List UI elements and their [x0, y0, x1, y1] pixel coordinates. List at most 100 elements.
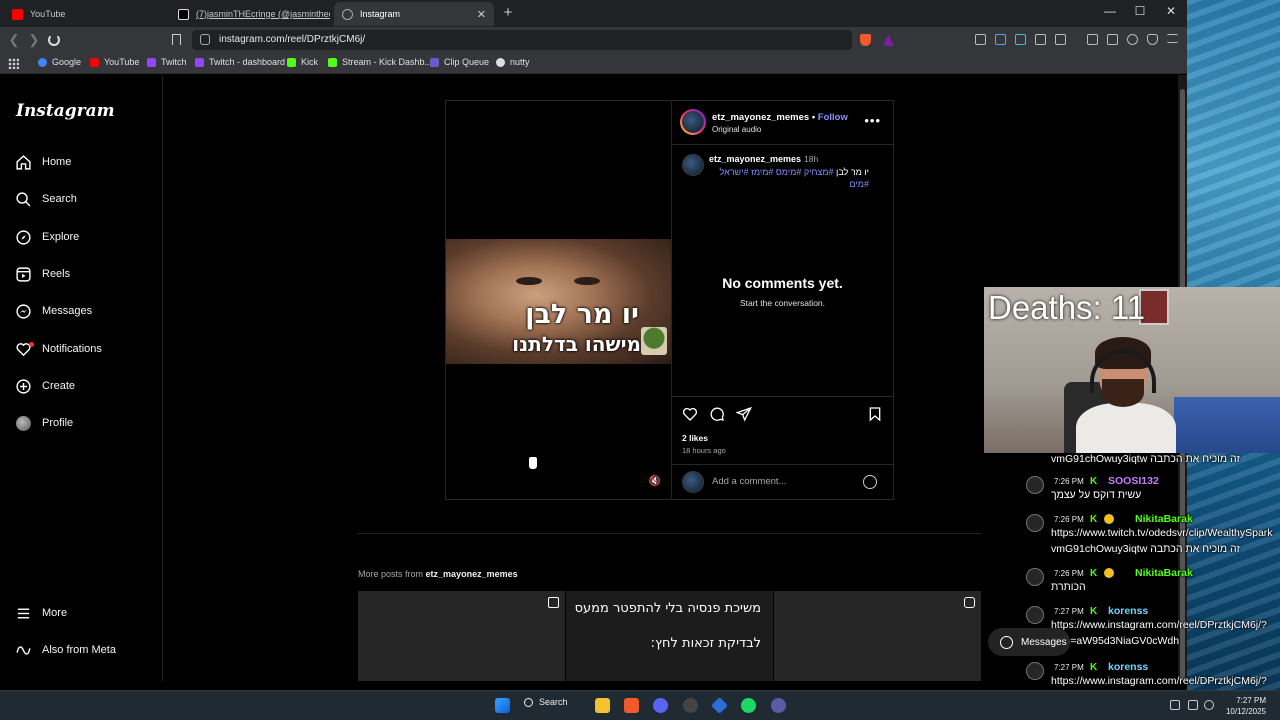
wallet-icon[interactable]: [1107, 34, 1118, 45]
grid-post[interactable]: [774, 591, 981, 681]
google-icon: [38, 57, 47, 67]
bookmark-clip-queue[interactable]: Clip Queue: [430, 57, 489, 67]
extension-icon[interactable]: [995, 34, 1006, 45]
volume-icon[interactable]: [1204, 700, 1214, 710]
like-icon[interactable]: [682, 406, 698, 422]
meta-icon: [15, 642, 32, 659]
extension-icon[interactable]: [1015, 34, 1026, 45]
minimize-button[interactable]: —: [1100, 4, 1120, 18]
start-icon[interactable]: [495, 698, 510, 713]
brave-shield-icon[interactable]: [860, 34, 871, 46]
nav-also-from-meta[interactable]: Also from Meta: [15, 639, 116, 661]
messenger-icon: [15, 303, 32, 320]
caption-avatar[interactable]: [682, 154, 704, 176]
bookmark-youtube[interactable]: YouTube: [90, 57, 139, 67]
apps-grid-icon[interactable]: [8, 58, 19, 69]
back-button[interactable]: ❮: [6, 32, 22, 48]
share-icon[interactable]: [736, 406, 752, 422]
instagram-logo[interactable]: Instagram: [16, 101, 115, 121]
bookmark-nutty[interactable]: nutty: [496, 57, 530, 67]
bookmark-kick[interactable]: Kick: [287, 57, 318, 67]
menu-icon[interactable]: [1167, 34, 1178, 43]
video-frame: יו מר לבן מישהו בדלתנו: [446, 239, 671, 364]
save-icon[interactable]: [867, 406, 883, 422]
nav-profile[interactable]: Profile: [15, 412, 73, 434]
url-text: instagram.com/reel/DPrztkjCM6j/: [219, 34, 366, 45]
caption-body: יו מר לבן: [836, 167, 869, 177]
grid-post[interactable]: משיכת פנסיה בלי להתפטר ממעס לבדיקת זכאות…: [566, 591, 773, 681]
nav-create[interactable]: Create: [15, 375, 75, 397]
system-clock[interactable]: 7:27 PM 10/12/2025: [1226, 695, 1266, 717]
post-author[interactable]: etz_mayonez_memes • Follow: [712, 112, 848, 123]
spotify-icon[interactable]: [741, 698, 756, 713]
chat-text: https://www.twitch.tv/odedsvr/clip/Wealt…: [1051, 527, 1273, 539]
tab-tiktok[interactable]: (7)jasminTHEcringe (@jasminthecring...: [170, 2, 330, 26]
obs-icon[interactable]: [683, 698, 698, 713]
grid-post[interactable]: [358, 591, 565, 681]
app-icon[interactable]: [771, 698, 786, 713]
chat-text: igsh=aW95d3NiaGV0cWdh: [1051, 635, 1180, 647]
brave-rewards-icon[interactable]: [883, 34, 894, 46]
comment-icon[interactable]: [709, 406, 725, 422]
tab-youtube[interactable]: YouTube: [4, 2, 164, 26]
nav-explore[interactable]: Explore: [15, 226, 79, 248]
bookmark-kick-dashboard[interactable]: Stream - Kick Dashb...: [328, 57, 432, 67]
tab-bar: YouTube (7)jasminTHEcringe (@jasminthecr…: [0, 0, 1187, 27]
new-tab-button[interactable]: +: [500, 4, 516, 21]
extension-icon[interactable]: [1055, 34, 1066, 45]
more-posts-heading: More posts from etz_mayonez_memes: [358, 569, 518, 579]
nav-search[interactable]: Search: [15, 188, 77, 210]
stop-loading-icon[interactable]: [48, 34, 60, 46]
sidebar-icon[interactable]: [1087, 34, 1098, 45]
section-divider: [358, 533, 981, 534]
bookmark-label: Google: [52, 57, 82, 67]
more-posts-user[interactable]: etz_mayonez_memes: [426, 569, 518, 579]
messages-pill[interactable]: Messages: [988, 628, 1070, 656]
video-caption-line1: יו מר לבן: [525, 299, 639, 330]
nav-more[interactable]: More: [15, 602, 67, 624]
bookmark-twitch[interactable]: Twitch: [147, 57, 187, 67]
caption-text: יו מר לבן #מצחיק #מימס #מימז #ישראל #מים: [709, 166, 870, 190]
brave-icon[interactable]: [624, 698, 639, 713]
network-icon[interactable]: [1170, 700, 1180, 710]
follow-button[interactable]: Follow: [818, 112, 848, 123]
leo-ai-icon[interactable]: [1127, 34, 1138, 45]
muted-icon[interactable]: 🔇: [648, 476, 662, 490]
author-username[interactable]: etz_mayonez_memes: [712, 112, 809, 123]
avatar[interactable]: [682, 111, 704, 133]
site-info-icon[interactable]: [200, 34, 210, 45]
close-window-button[interactable]: ✕: [1161, 4, 1181, 18]
bookmark-icon[interactable]: [172, 34, 181, 45]
taskbar-search[interactable]: Search: [524, 697, 568, 707]
nav-label: Home: [42, 156, 72, 168]
close-tab-icon[interactable]: ✕: [477, 8, 486, 21]
address-bar[interactable]: instagram.com/reel/DPrztkjCM6j/: [192, 30, 852, 50]
emoji-icon[interactable]: [863, 475, 877, 489]
windows-taskbar: Search 7:27 PM 10/12/2025: [0, 690, 1280, 720]
likes-count[interactable]: 2 likes: [682, 433, 708, 443]
file-explorer-icon[interactable]: [595, 698, 610, 713]
app-icon[interactable]: [711, 697, 728, 714]
tab-label: YouTube: [30, 9, 66, 19]
bookmark-twitch-dashboard[interactable]: Twitch - dashboard: [195, 57, 285, 67]
discord-icon[interactable]: [653, 698, 668, 713]
caption-username[interactable]: etz_mayonez_memes: [709, 154, 801, 164]
more-options-icon[interactable]: •••: [864, 113, 881, 128]
forward-button[interactable]: ❯: [26, 32, 42, 48]
tab-instagram[interactable]: Instagram ✕: [334, 2, 494, 26]
nav-notifications[interactable]: Notifications: [15, 338, 102, 360]
nav-label: Reels: [42, 268, 71, 280]
bookmark-google[interactable]: Google: [38, 57, 81, 67]
nav-messages[interactable]: Messages: [15, 300, 92, 322]
nav-reels[interactable]: Reels: [15, 263, 70, 285]
vpn-icon[interactable]: [1147, 34, 1158, 45]
instagram-sidebar: Instagram Home Search Explore Reels Mess…: [0, 75, 163, 681]
display-icon[interactable]: [1188, 700, 1198, 710]
audio-label[interactable]: Original audio: [712, 125, 761, 134]
extension-icon[interactable]: [975, 34, 986, 45]
comment-input[interactable]: Add a comment...: [712, 476, 786, 487]
maximize-button[interactable]: ☐: [1130, 4, 1150, 18]
extensions-puzzle-icon[interactable]: [1035, 34, 1046, 45]
nav-home[interactable]: Home: [15, 151, 71, 173]
reel-video[interactable]: יו מר לבן מישהו בדלתנו 🔇: [446, 101, 671, 499]
